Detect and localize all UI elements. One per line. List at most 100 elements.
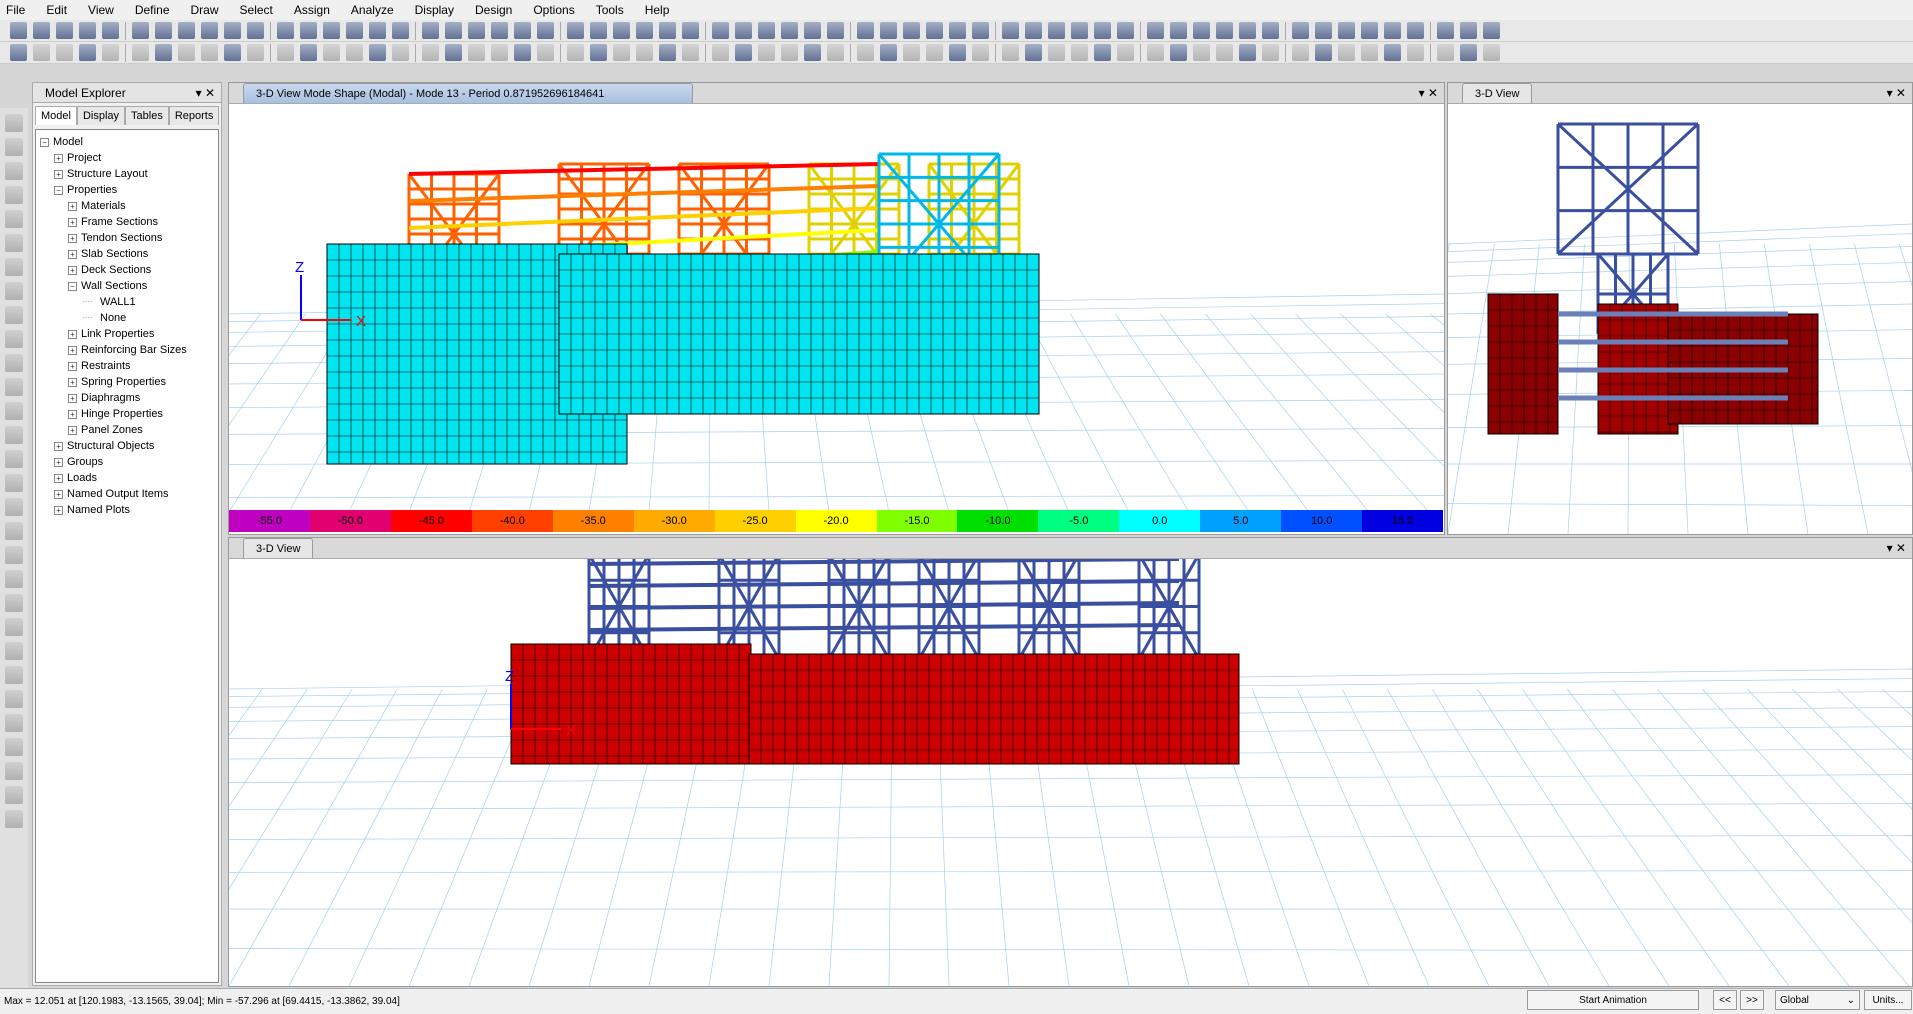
- toolbar-button-icon[interactable]: [514, 22, 531, 39]
- collapse-icon[interactable]: −: [54, 185, 63, 195]
- toolbar-button-icon[interactable]: [613, 44, 630, 61]
- toolbar-button-icon[interactable]: [1193, 22, 1210, 39]
- close-icon[interactable]: ▾ ✕: [1419, 86, 1438, 100]
- toolbar-button-icon[interactable]: [949, 22, 966, 39]
- toolbar-button-icon[interactable]: [323, 22, 340, 39]
- toolbar-button-icon[interactable]: [1338, 22, 1355, 39]
- toolbar-button-icon[interactable]: [636, 44, 653, 61]
- expand-icon[interactable]: +: [68, 377, 77, 387]
- toolbar-button-icon[interactable]: [903, 44, 920, 61]
- tree-item[interactable]: + Link Properties: [40, 326, 218, 342]
- tree-item[interactable]: ···· None: [40, 310, 218, 326]
- toolbar-button-icon[interactable]: [567, 22, 584, 39]
- toolbar-button-icon[interactable]: [247, 44, 264, 61]
- toolbar-button-icon[interactable]: [1338, 44, 1355, 61]
- toolbar-button-icon[interactable]: [468, 22, 485, 39]
- left-tool-icon[interactable]: [5, 618, 23, 636]
- menu-options[interactable]: Options: [533, 3, 574, 17]
- menu-draw[interactable]: Draw: [191, 3, 219, 17]
- toolbar-button-icon[interactable]: [79, 22, 96, 39]
- toolbar-button-icon[interactable]: [1071, 44, 1088, 61]
- expand-icon[interactable]: +: [54, 489, 63, 499]
- toolbar-button-icon[interactable]: [1384, 44, 1401, 61]
- toolbar-button-icon[interactable]: [804, 44, 821, 61]
- toolbar-button-icon[interactable]: [201, 22, 218, 39]
- menu-analyze[interactable]: Analyze: [351, 3, 394, 17]
- left-tool-icon[interactable]: [5, 234, 23, 252]
- mode-shape-scene[interactable]: ZX: [229, 104, 1444, 512]
- tree-item[interactable]: + Hinge Properties: [40, 406, 218, 422]
- toolbar-button-icon[interactable]: [1025, 22, 1042, 39]
- toolbar-button-icon[interactable]: [1002, 22, 1019, 39]
- toolbar-button-icon[interactable]: [1292, 44, 1309, 61]
- toolbar-button-icon[interactable]: [712, 22, 729, 39]
- tree-item[interactable]: + Materials: [40, 198, 218, 214]
- left-tool-icon[interactable]: [5, 762, 23, 780]
- toolbar-button-icon[interactable]: [1117, 22, 1134, 39]
- toolbar-button-icon[interactable]: [102, 44, 119, 61]
- toolbar-button-icon[interactable]: [33, 44, 50, 61]
- tree-item[interactable]: + Spring Properties: [40, 374, 218, 390]
- expand-icon[interactable]: +: [68, 409, 77, 419]
- toolbar-button-icon[interactable]: [102, 22, 119, 39]
- toolbar-button-icon[interactable]: [1048, 44, 1065, 61]
- toolbar-button-icon[interactable]: [1002, 44, 1019, 61]
- toolbar-button-icon[interactable]: [1094, 22, 1111, 39]
- building-scene[interactable]: ZX: [229, 559, 1912, 986]
- left-tool-icon[interactable]: [5, 522, 23, 540]
- toolbar-button-icon[interactable]: [178, 22, 195, 39]
- toolbar-button-icon[interactable]: [804, 22, 821, 39]
- toolbar-button-icon[interactable]: [1094, 44, 1111, 61]
- tree-item[interactable]: + Diaphragms: [40, 390, 218, 406]
- tree-item[interactable]: − Properties: [40, 182, 218, 198]
- tree-item[interactable]: + Named Plots: [40, 502, 218, 518]
- tree-item[interactable]: + Structural Objects: [40, 438, 218, 454]
- left-tool-icon[interactable]: [5, 186, 23, 204]
- toolbar-button-icon[interactable]: [346, 44, 363, 61]
- toolbar-button-icon[interactable]: [468, 44, 485, 61]
- toolbar-button-icon[interactable]: [277, 44, 294, 61]
- tree-item[interactable]: + Loads: [40, 470, 218, 486]
- collapse-icon[interactable]: −: [40, 137, 49, 147]
- toolbar-button-icon[interactable]: [636, 22, 653, 39]
- coord-system-select[interactable]: Global ⌄: [1775, 990, 1860, 1010]
- toolbar-button-icon[interactable]: [422, 22, 439, 39]
- left-tool-icon[interactable]: [5, 690, 23, 708]
- tree-item[interactable]: ···· WALL1: [40, 294, 218, 310]
- tree-item[interactable]: + Project: [40, 150, 218, 166]
- toolbar-button-icon[interactable]: [155, 22, 172, 39]
- toolbar-button-icon[interactable]: [857, 22, 874, 39]
- toolbar-button-icon[interactable]: [1315, 22, 1332, 39]
- toolbar-button-icon[interactable]: [422, 44, 439, 61]
- tree-item[interactable]: + Tendon Sections: [40, 230, 218, 246]
- toolbar-button-icon[interactable]: [369, 22, 386, 39]
- toolbar-button-icon[interactable]: [880, 44, 897, 61]
- close-icon[interactable]: ✕: [205, 86, 215, 100]
- menu-view[interactable]: View: [88, 3, 114, 17]
- toolbar-button-icon[interactable]: [735, 44, 752, 61]
- toolbar-button-icon[interactable]: [567, 44, 584, 61]
- tab-tables[interactable]: Tables: [125, 106, 169, 125]
- tree-item[interactable]: + Frame Sections: [40, 214, 218, 230]
- tab-mode-shape-view[interactable]: 3-D View Mode Shape (Modal) - Mode 13 - …: [243, 83, 693, 103]
- toolbar-button-icon[interactable]: [224, 44, 241, 61]
- toolbar-button-icon[interactable]: [300, 22, 317, 39]
- tower-scene[interactable]: [1448, 104, 1912, 534]
- tree-item[interactable]: + Panel Zones: [40, 422, 218, 438]
- toolbar-button-icon[interactable]: [1292, 22, 1309, 39]
- left-tool-icon[interactable]: [5, 498, 23, 516]
- toolbar-button-icon[interactable]: [972, 22, 989, 39]
- toolbar-button-icon[interactable]: [1437, 22, 1454, 39]
- toolbar-button-icon[interactable]: [1216, 44, 1233, 61]
- menu-select[interactable]: Select: [240, 3, 273, 17]
- tree-item[interactable]: + Named Output Items: [40, 486, 218, 502]
- toolbar-button-icon[interactable]: [1483, 44, 1500, 61]
- toolbar-button-icon[interactable]: [781, 22, 798, 39]
- toolbar-button-icon[interactable]: [392, 22, 409, 39]
- left-tool-icon[interactable]: [5, 546, 23, 564]
- left-tool-icon[interactable]: [5, 306, 23, 324]
- toolbar-button-icon[interactable]: [1071, 22, 1088, 39]
- toolbar-button-icon[interactable]: [857, 44, 874, 61]
- toolbar-button-icon[interactable]: [1147, 22, 1164, 39]
- toolbar-button-icon[interactable]: [712, 44, 729, 61]
